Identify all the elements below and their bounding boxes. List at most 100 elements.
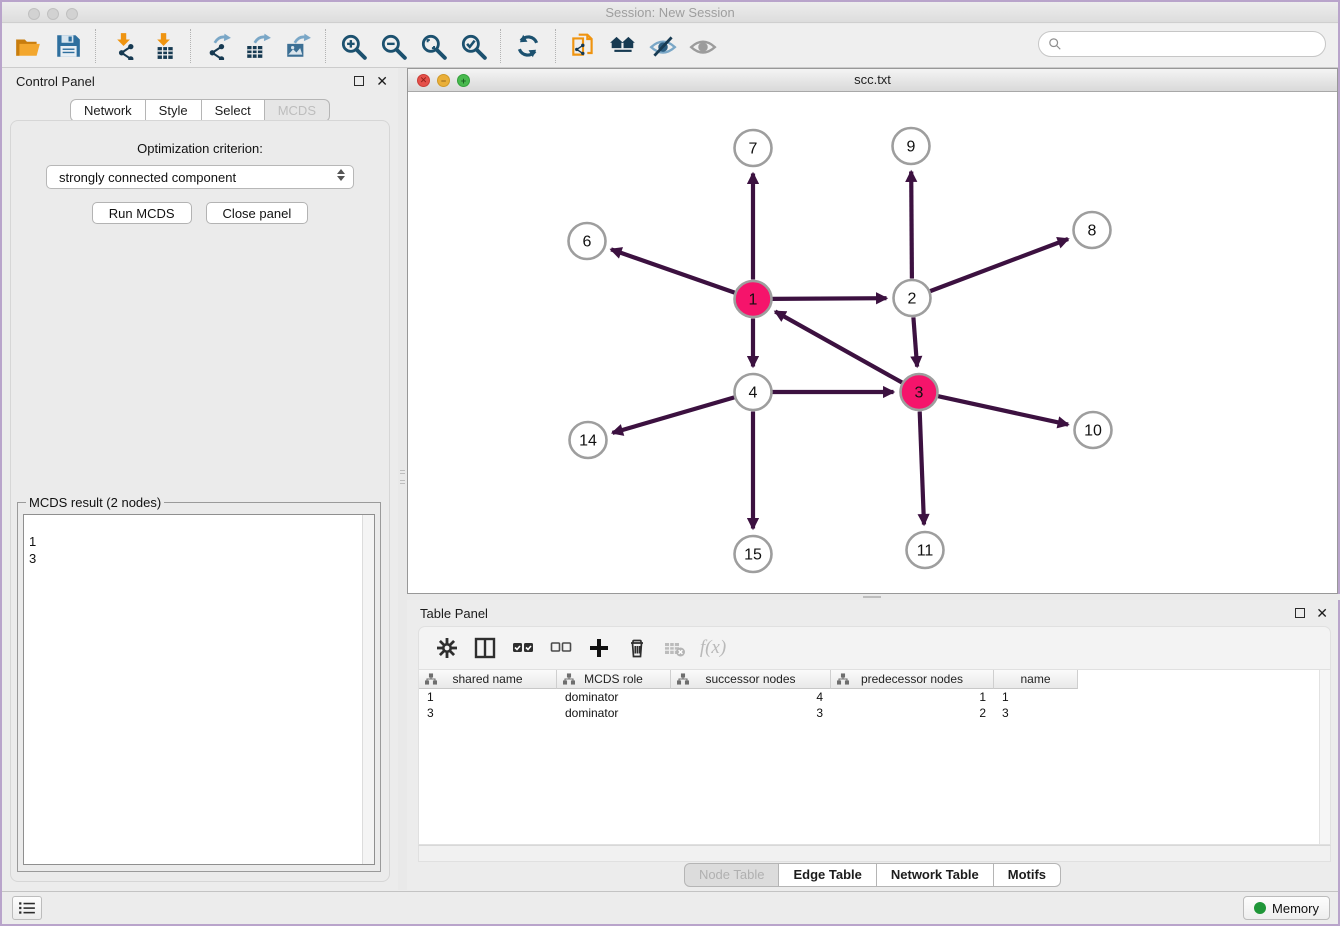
memory-button[interactable]: Memory [1243, 896, 1330, 920]
zoom-in-button[interactable] [333, 28, 373, 64]
table-cell[interactable]: dominator [557, 689, 671, 705]
column-header-shared-name[interactable]: shared name [419, 670, 557, 689]
edge-2-3[interactable] [913, 317, 917, 366]
maximize-window-icon[interactable] [66, 8, 78, 20]
tab-edge-table[interactable]: Edge Table [779, 863, 876, 887]
tab-style[interactable]: Style [146, 99, 202, 122]
graph-node-8[interactable]: 8 [1074, 212, 1111, 248]
zoom-out-button[interactable] [373, 28, 413, 64]
add-column-button[interactable] [583, 632, 615, 664]
search-box[interactable] [1038, 31, 1326, 57]
sort-icon[interactable] [677, 673, 689, 685]
export-network-button[interactable] [198, 28, 238, 64]
graph-node-4[interactable]: 4 [735, 374, 772, 410]
edge-3-1[interactable] [775, 312, 902, 383]
edge-1-2[interactable] [773, 298, 887, 299]
table-cell[interactable]: 3 [419, 705, 557, 721]
tab-mcds[interactable]: MCDS [265, 99, 330, 122]
network-close-icon[interactable]: ✕ [417, 74, 430, 87]
network-maximize-icon[interactable]: + [457, 74, 470, 87]
close-panel-icon[interactable]: ✕ [376, 74, 388, 88]
edge-2-8[interactable] [930, 239, 1068, 291]
table-vertical-scrollbar[interactable] [1319, 670, 1330, 844]
sort-icon[interactable] [563, 673, 575, 685]
table-cell[interactable]: 1 [994, 689, 1078, 705]
table-cell[interactable]: 1 [831, 689, 994, 705]
show-all-networks-button[interactable] [603, 28, 643, 64]
close-window-icon[interactable] [28, 8, 40, 20]
tab-motifs[interactable]: Motifs [994, 863, 1061, 887]
sort-icon[interactable] [837, 673, 849, 685]
column-view-button[interactable] [469, 632, 501, 664]
hide-selected-icon [649, 32, 677, 60]
graph-node-11[interactable]: 11 [907, 532, 944, 568]
memory-status-icon [1254, 902, 1266, 914]
mcds-result-list[interactable]: 1 3 [23, 514, 375, 865]
network-window-titlebar[interactable]: ✕ − + scc.txt [408, 69, 1337, 92]
graph-node-9[interactable]: 9 [893, 128, 930, 164]
criterion-dropdown[interactable]: strongly connected component [46, 165, 354, 189]
column-header-name[interactable]: name [994, 670, 1078, 689]
edge-3-10[interactable] [938, 396, 1068, 424]
zoom-selected-button[interactable] [453, 28, 493, 64]
table-cell[interactable]: 3 [671, 705, 831, 721]
table-horizontal-scrollbar[interactable] [418, 845, 1331, 862]
unselect-all-button[interactable] [545, 632, 577, 664]
search-input[interactable] [1062, 37, 1325, 52]
result-scrollbar[interactable] [362, 515, 374, 864]
vertical-splitter[interactable] [398, 68, 407, 890]
table-row[interactable]: 3dominator323 [419, 705, 1330, 721]
open-icon [14, 32, 42, 60]
graph-node-6[interactable]: 6 [569, 223, 606, 259]
float-table-panel-icon[interactable] [1295, 608, 1305, 618]
sort-icon[interactable] [425, 673, 437, 685]
tab-network[interactable]: Network [70, 99, 146, 122]
float-panel-icon[interactable] [354, 76, 364, 86]
hide-selected-button[interactable] [643, 28, 683, 64]
export-table-button[interactable] [238, 28, 278, 64]
graph-node-3[interactable]: 3 [901, 374, 938, 410]
import-network-button[interactable] [103, 28, 143, 64]
edge-1-6[interactable] [611, 249, 735, 292]
network-graph[interactable]: 7 9 6 8 1 2 4 3 14 10 15 11 [408, 92, 1337, 593]
graph-node-2[interactable]: 2 [894, 280, 931, 316]
task-history-button[interactable] [12, 896, 42, 920]
graph-node-10[interactable]: 10 [1075, 412, 1112, 448]
network-canvas[interactable]: 7 9 6 8 1 2 4 3 14 10 15 11 [408, 92, 1337, 593]
select-all-button[interactable] [507, 632, 539, 664]
refresh-button[interactable] [508, 28, 548, 64]
import-table-button[interactable] [143, 28, 183, 64]
network-minimize-icon[interactable]: − [437, 74, 450, 87]
table-cell[interactable]: 2 [831, 705, 994, 721]
column-header-predecessor-nodes[interactable]: predecessor nodes [831, 670, 994, 689]
edge-3-11[interactable] [920, 412, 924, 525]
edge-2-9[interactable] [911, 172, 912, 279]
export-image-button[interactable] [278, 28, 318, 64]
edge-4-14[interactable] [613, 397, 735, 433]
zoom-fit-button[interactable] [413, 28, 453, 64]
minimize-window-icon[interactable] [47, 8, 59, 20]
graph-node-14[interactable]: 14 [570, 422, 607, 458]
table-row[interactable]: 1dominator411 [419, 689, 1330, 705]
graph-node-7[interactable]: 7 [735, 130, 772, 166]
tab-network-table[interactable]: Network Table [877, 863, 994, 887]
run-mcds-button[interactable]: Run MCDS [92, 202, 192, 224]
table-cell[interactable]: dominator [557, 705, 671, 721]
clone-network-button[interactable] [563, 28, 603, 64]
save-button[interactable] [48, 28, 88, 64]
tab-select[interactable]: Select [202, 99, 265, 122]
column-header-successor-nodes[interactable]: successor nodes [671, 670, 831, 689]
table-cell[interactable]: 1 [419, 689, 557, 705]
close-table-panel-icon[interactable]: ✕ [1316, 606, 1328, 620]
graph-node-1[interactable]: 1 [735, 281, 772, 317]
tab-node-table[interactable]: Node Table [684, 863, 780, 887]
show-selected-button[interactable] [683, 28, 723, 64]
column-header-MCDS-role[interactable]: MCDS role [557, 670, 671, 689]
table-cell[interactable]: 3 [994, 705, 1078, 721]
table-cell[interactable]: 4 [671, 689, 831, 705]
graph-node-15[interactable]: 15 [735, 536, 772, 572]
settings-gear-button[interactable] [431, 632, 463, 664]
close-panel-button[interactable]: Close panel [206, 202, 309, 224]
delete-column-button[interactable] [621, 632, 653, 664]
open-button[interactable] [8, 28, 48, 64]
